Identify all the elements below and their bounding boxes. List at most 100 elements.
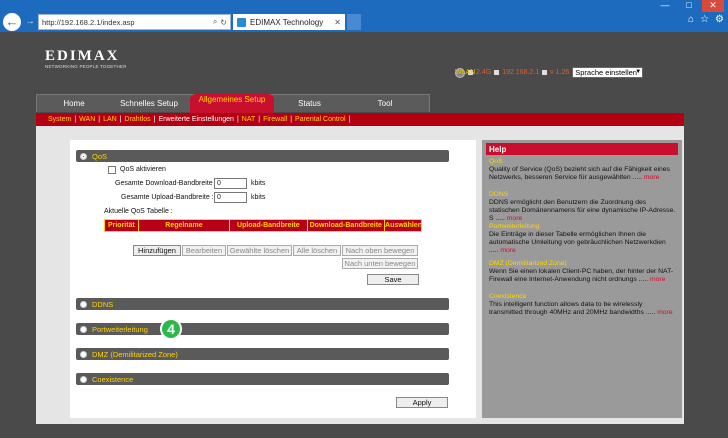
edimax-logo: EDIMAX NETWORKING PEOPLE TOGETHER [45,48,127,69]
qos-enable-checkbox[interactable] [108,166,116,174]
tab-home[interactable]: Home [50,94,98,113]
col-select: Auswählen [385,222,422,229]
download-label: Gesamte Download-Bandbreite : [115,180,217,187]
star-icon[interactable]: ☆ [700,14,709,25]
upload-unit: kbits [251,194,266,201]
home-icon[interactable]: ⌂ [688,14,694,25]
save-button[interactable]: Save [367,274,419,285]
language-select[interactable]: Sprache einstellen ▼ [572,67,644,78]
url-text: http://192.168.2.1/index.asp [42,17,135,27]
wlan-value: 2.4G [476,69,492,76]
more-link[interactable]: more [650,276,666,283]
subnav-nat[interactable]: NAT [242,116,255,123]
window-controls: — □ ✕ [654,0,724,12]
version-value: v 1.26 [550,69,570,76]
help-item-text: Wenn Sie einen lokalen Client-PC haben, … [489,268,674,283]
browser-tab[interactable]: EDIMAX Technology ✕ [233,14,345,30]
search-icon[interactable]: ⌕ [213,17,217,27]
col-download: Download-Bandbreite [308,220,386,231]
more-link[interactable]: more [644,174,660,181]
subnav-firewall[interactable]: Firewall [263,116,287,123]
subnav-lan[interactable]: LAN [103,116,117,123]
port-forwarding-title: Portweiterleitung [92,324,148,334]
refresh-icon[interactable]: ↻ [220,18,227,27]
minimize-button[interactable]: — [654,0,676,12]
col-rule-name: Regelname [139,220,231,231]
qos-enable-label: QoS aktivieren [120,166,166,173]
coexistence-radio[interactable] [80,375,87,383]
close-tab-icon[interactable]: ✕ [334,18,341,27]
move-up-button[interactable]: Nach oben bewegen [342,245,418,256]
wlan-label: WLAN [455,69,476,76]
qos-section-header[interactable]: QoS [76,150,449,162]
ip-value: 192.168.2.1 [502,69,540,76]
help-item-text: Quality of Service (QoS) bezieht sich au… [489,166,670,181]
favicon-icon [237,17,246,27]
move-down-button[interactable]: Nach unten bewegen [342,258,418,269]
tab-general-setup[interactable]: Allgemeines Setup [190,94,274,113]
gear-icon[interactable]: ⚙ [715,14,724,25]
tab-tool[interactable]: Tool [355,94,415,113]
help-item-title: Coexistence [489,293,527,300]
maximize-button[interactable]: □ [678,0,700,12]
help-item: Coexistence This intelligent function al… [489,293,677,317]
col-upload: Upload-Bandbreite [230,220,308,231]
help-title: Help [486,143,678,155]
subnav-system[interactable]: System [48,116,71,123]
address-bar[interactable]: http://192.168.2.1/index.asp ⌕ ↻ [38,14,231,30]
port-forwarding-radio[interactable] [80,325,87,333]
close-button[interactable]: ✕ [702,0,724,12]
upload-label: Gesamte Upload-Bandbreite : [121,194,214,201]
port-forwarding-section-header[interactable]: Portweiterleitung [76,323,449,335]
more-link[interactable]: more [500,247,516,254]
status-strip: WLAN 2.4G 192.168.2.1 v 1.26 Sprache ein… [455,67,644,78]
coexistence-title: Coexistence [92,374,134,384]
subnav-advanced[interactable]: Erweiterte Einstellungen [158,116,234,123]
subnav-wireless[interactable]: Drahtlos [125,116,151,123]
help-item-text: This intelligent function allows data to… [489,301,656,316]
add-button[interactable]: Hinzufügen [133,245,181,256]
sub-nav: System | WAN | LAN | Drahtlos | Erweiterte E… [36,113,684,126]
edit-button[interactable]: Bearbeiten [182,245,226,256]
forward-icon[interactable]: → [24,16,36,28]
logo-brand: EDIMAX [45,48,120,64]
help-item: Portweiterleitung Die Einträge in dieser… [489,223,677,255]
coexistence-section-header[interactable]: Coexistence [76,373,449,385]
help-item-title: DDNS [489,191,509,198]
subnav-wan[interactable]: WAN [79,116,95,123]
new-tab-button[interactable] [347,14,361,30]
chevron-down-icon: ▼ [635,69,642,75]
dmz-title: DMZ (Demilitarized Zone) [92,349,178,359]
upload-input[interactable]: 0 [214,192,247,203]
col-priority: Priorität [105,220,139,231]
logo-tagline: NETWORKING PEOPLE TOGETHER [45,64,127,69]
download-input[interactable]: 0 [214,178,247,189]
help-item: DDNS DDNS ermöglicht den Benutzern die Z… [489,191,677,223]
more-link[interactable]: more [507,215,523,222]
download-unit: kbits [251,180,266,187]
help-item-title: QoS [489,158,503,165]
help-item-title: Portweiterleitung [489,223,540,230]
tab-title: EDIMAX Technology [250,17,324,27]
qos-title: QoS [92,151,108,161]
ddns-radio[interactable] [80,300,87,308]
qos-table-label: Aktuelle QoS Tabelle : [104,208,173,215]
dmz-radio[interactable] [80,350,87,358]
subnav-parental[interactable]: Parental Control [295,116,346,123]
step-badge: 4 [160,318,182,340]
delete-selected-button[interactable]: Gewählte löschen [227,245,292,256]
back-icon[interactable]: ← [3,13,21,31]
dmz-section-header[interactable]: DMZ (Demilitarized Zone) [76,348,449,360]
browser-tools: ⌂ ☆ ⚙ [688,14,724,25]
qos-radio[interactable] [80,152,87,160]
delete-all-button[interactable]: Alle löschen [293,245,341,256]
apply-button[interactable]: Apply [396,397,448,408]
qos-table-header: Priorität Regelname Upload-Bandbreite Do… [104,219,422,232]
more-link[interactable]: more [657,309,673,316]
tab-quick-setup[interactable]: Schnelles Setup [110,94,188,113]
help-item: QoS Quality of Service (QoS) bezieht sic… [489,158,677,182]
ddns-section-header[interactable]: DDNS [76,298,449,310]
help-item-title: DMZ (Demilitarized Zone) [489,260,567,267]
tab-status[interactable]: Status [282,94,337,113]
help-item: DMZ (Demilitarized Zone) Wenn Sie einen … [489,260,677,284]
